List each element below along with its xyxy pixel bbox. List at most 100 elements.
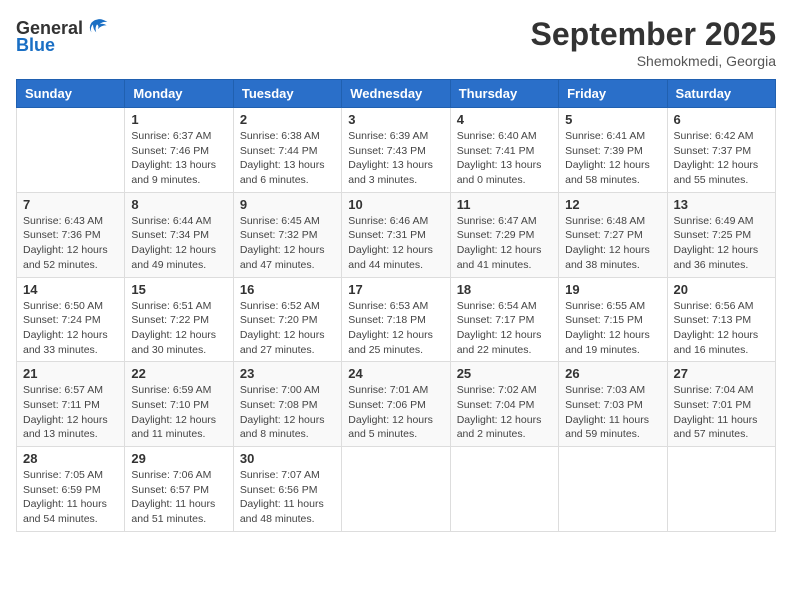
calendar-table: SundayMondayTuesdayWednesdayThursdayFrid… [16, 79, 776, 532]
day-number: 4 [457, 112, 552, 127]
day-number: 11 [457, 197, 552, 212]
calendar-cell: 11 Sunrise: 6:47 AMSunset: 7:29 PMDayligh… [450, 192, 558, 277]
calendar-cell: 21 Sunrise: 6:57 AMSunset: 7:11 PMDayligh… [17, 362, 125, 447]
calendar-cell: 18 Sunrise: 6:54 AMSunset: 7:17 PMDayligh… [450, 277, 558, 362]
weekday-header-monday: Monday [125, 80, 233, 108]
calendar-cell: 23Sunrise: 7:00 AMSunset: 7:08 PMDayligh… [233, 362, 341, 447]
day-number: 2 [240, 112, 335, 127]
day-number: 18 [457, 282, 552, 297]
month-title: September 2025 [531, 16, 776, 53]
calendar-cell: 13 Sunrise: 6:49 AMSunset: 7:25 PMDayligh… [667, 192, 775, 277]
location: Shemokmedi, Georgia [531, 53, 776, 69]
day-info: Sunrise: 6:41 AMSunset: 7:39 PMDaylight:… [565, 129, 660, 188]
day-info: Sunrise: 6:37 AMSunset: 7:46 PMDaylight:… [131, 129, 226, 188]
day-info: Sunrise: 6:47 AMSunset: 7:29 PMDaylight:… [457, 214, 552, 273]
calendar-cell: 9 Sunrise: 6:45 AMSunset: 7:32 PMDaylight… [233, 192, 341, 277]
day-number: 12 [565, 197, 660, 212]
logo-blue: Blue [16, 36, 55, 54]
weekday-header-saturday: Saturday [667, 80, 775, 108]
day-number: 16 [240, 282, 335, 297]
calendar-cell: 20 Sunrise: 6:56 AMSunset: 7:13 PMDayligh… [667, 277, 775, 362]
day-info: Sunrise: 7:06 AMSunset: 6:57 PMDaylight:… [131, 468, 226, 527]
calendar-cell: 26Sunrise: 7:03 AMSunset: 7:03 PMDayligh… [559, 362, 667, 447]
calendar-cell [17, 108, 125, 193]
day-info: Sunrise: 6:51 AMSunset: 7:22 PMDaylight:… [131, 299, 226, 358]
day-number: 14 [23, 282, 118, 297]
calendar-cell: 10 Sunrise: 6:46 AMSunset: 7:31 PMDayligh… [342, 192, 450, 277]
day-number: 10 [348, 197, 443, 212]
day-info: Sunrise: 6:39 AMSunset: 7:43 PMDaylight:… [348, 129, 443, 188]
day-number: 8 [131, 197, 226, 212]
day-info: Sunrise: 7:05 AMSunset: 6:59 PMDaylight:… [23, 468, 118, 527]
day-number: 6 [674, 112, 769, 127]
title-section: September 2025 Shemokmedi, Georgia [531, 16, 776, 69]
calendar-cell: 3 Sunrise: 6:39 AMSunset: 7:43 PMDaylight… [342, 108, 450, 193]
logo: General Blue [16, 16, 109, 54]
weekday-header-friday: Friday [559, 80, 667, 108]
calendar-cell: 19Sunrise: 6:55 AMSunset: 7:15 PMDayligh… [559, 277, 667, 362]
day-info: Sunrise: 6:54 AMSunset: 7:17 PMDaylight:… [457, 299, 552, 358]
calendar-cell: 6 Sunrise: 6:42 AMSunset: 7:37 PMDaylight… [667, 108, 775, 193]
calendar-week-row: 21 Sunrise: 6:57 AMSunset: 7:11 PMDayligh… [17, 362, 776, 447]
day-info: Sunrise: 6:40 AMSunset: 7:41 PMDaylight:… [457, 129, 552, 188]
day-number: 29 [131, 451, 226, 466]
weekday-header-thursday: Thursday [450, 80, 558, 108]
day-number: 30 [240, 451, 335, 466]
calendar-cell: 16Sunrise: 6:52 AMSunset: 7:20 PMDayligh… [233, 277, 341, 362]
weekday-header-wednesday: Wednesday [342, 80, 450, 108]
day-info: Sunrise: 6:44 AMSunset: 7:34 PMDaylight:… [131, 214, 226, 273]
day-number: 21 [23, 366, 118, 381]
day-number: 24 [348, 366, 443, 381]
calendar-cell: 7Sunrise: 6:43 AMSunset: 7:36 PMDaylight… [17, 192, 125, 277]
day-number: 13 [674, 197, 769, 212]
calendar-cell: 17 Sunrise: 6:53 AMSunset: 7:18 PMDayligh… [342, 277, 450, 362]
day-info: Sunrise: 6:48 AMSunset: 7:27 PMDaylight:… [565, 214, 660, 273]
day-info: Sunrise: 6:43 AMSunset: 7:36 PMDaylight:… [23, 214, 118, 273]
day-number: 3 [348, 112, 443, 127]
day-info: Sunrise: 6:49 AMSunset: 7:25 PMDaylight:… [674, 214, 769, 273]
day-number: 9 [240, 197, 335, 212]
day-number: 20 [674, 282, 769, 297]
day-number: 26 [565, 366, 660, 381]
calendar-cell [450, 447, 558, 532]
day-number: 25 [457, 366, 552, 381]
calendar-cell: 15Sunrise: 6:51 AMSunset: 7:22 PMDayligh… [125, 277, 233, 362]
day-info: Sunrise: 6:57 AMSunset: 7:11 PMDaylight:… [23, 383, 118, 442]
day-info: Sunrise: 7:02 AMSunset: 7:04 PMDaylight:… [457, 383, 552, 442]
day-info: Sunrise: 6:53 AMSunset: 7:18 PMDaylight:… [348, 299, 443, 358]
calendar-cell: 5 Sunrise: 6:41 AMSunset: 7:39 PMDaylight… [559, 108, 667, 193]
calendar-cell [667, 447, 775, 532]
day-number: 1 [131, 112, 226, 127]
day-number: 28 [23, 451, 118, 466]
calendar-cell: 1 Sunrise: 6:37 AMSunset: 7:46 PMDaylight… [125, 108, 233, 193]
calendar-cell: 4 Sunrise: 6:40 AMSunset: 7:41 PMDaylight… [450, 108, 558, 193]
day-info: Sunrise: 7:04 AMSunset: 7:01 PMDaylight:… [674, 383, 769, 442]
day-info: Sunrise: 7:01 AMSunset: 7:06 PMDaylight:… [348, 383, 443, 442]
day-info: Sunrise: 6:56 AMSunset: 7:13 PMDaylight:… [674, 299, 769, 358]
day-number: 17 [348, 282, 443, 297]
day-info: Sunrise: 6:59 AMSunset: 7:10 PMDaylight:… [131, 383, 226, 442]
calendar-cell: 2 Sunrise: 6:38 AMSunset: 7:44 PMDaylight… [233, 108, 341, 193]
day-info: Sunrise: 6:46 AMSunset: 7:31 PMDaylight:… [348, 214, 443, 273]
calendar-week-row: 7Sunrise: 6:43 AMSunset: 7:36 PMDaylight… [17, 192, 776, 277]
weekday-header-tuesday: Tuesday [233, 80, 341, 108]
calendar-cell: 25 Sunrise: 7:02 AMSunset: 7:04 PMDayligh… [450, 362, 558, 447]
day-info: Sunrise: 7:07 AMSunset: 6:56 PMDaylight:… [240, 468, 335, 527]
calendar-cell [559, 447, 667, 532]
calendar-cell: 8 Sunrise: 6:44 AMSunset: 7:34 PMDaylight… [125, 192, 233, 277]
calendar-cell: 29 Sunrise: 7:06 AMSunset: 6:57 PMDayligh… [125, 447, 233, 532]
day-info: Sunrise: 6:38 AMSunset: 7:44 PMDaylight:… [240, 129, 335, 188]
calendar-cell: 24 Sunrise: 7:01 AMSunset: 7:06 PMDayligh… [342, 362, 450, 447]
calendar-week-row: 14 Sunrise: 6:50 AMSunset: 7:24 PMDayligh… [17, 277, 776, 362]
day-info: Sunrise: 6:45 AMSunset: 7:32 PMDaylight:… [240, 214, 335, 273]
calendar-cell: 14 Sunrise: 6:50 AMSunset: 7:24 PMDayligh… [17, 277, 125, 362]
calendar-cell: 27Sunrise: 7:04 AMSunset: 7:01 PMDayligh… [667, 362, 775, 447]
weekday-header-row: SundayMondayTuesdayWednesdayThursdayFrid… [17, 80, 776, 108]
day-number: 5 [565, 112, 660, 127]
day-info: Sunrise: 7:00 AMSunset: 7:08 PMDaylight:… [240, 383, 335, 442]
logo-bird-icon [85, 16, 109, 40]
calendar-cell: 22Sunrise: 6:59 AMSunset: 7:10 PMDayligh… [125, 362, 233, 447]
calendar-cell: 30 Sunrise: 7:07 AMSunset: 6:56 PMDayligh… [233, 447, 341, 532]
day-info: Sunrise: 6:50 AMSunset: 7:24 PMDaylight:… [23, 299, 118, 358]
day-info: Sunrise: 6:42 AMSunset: 7:37 PMDaylight:… [674, 129, 769, 188]
